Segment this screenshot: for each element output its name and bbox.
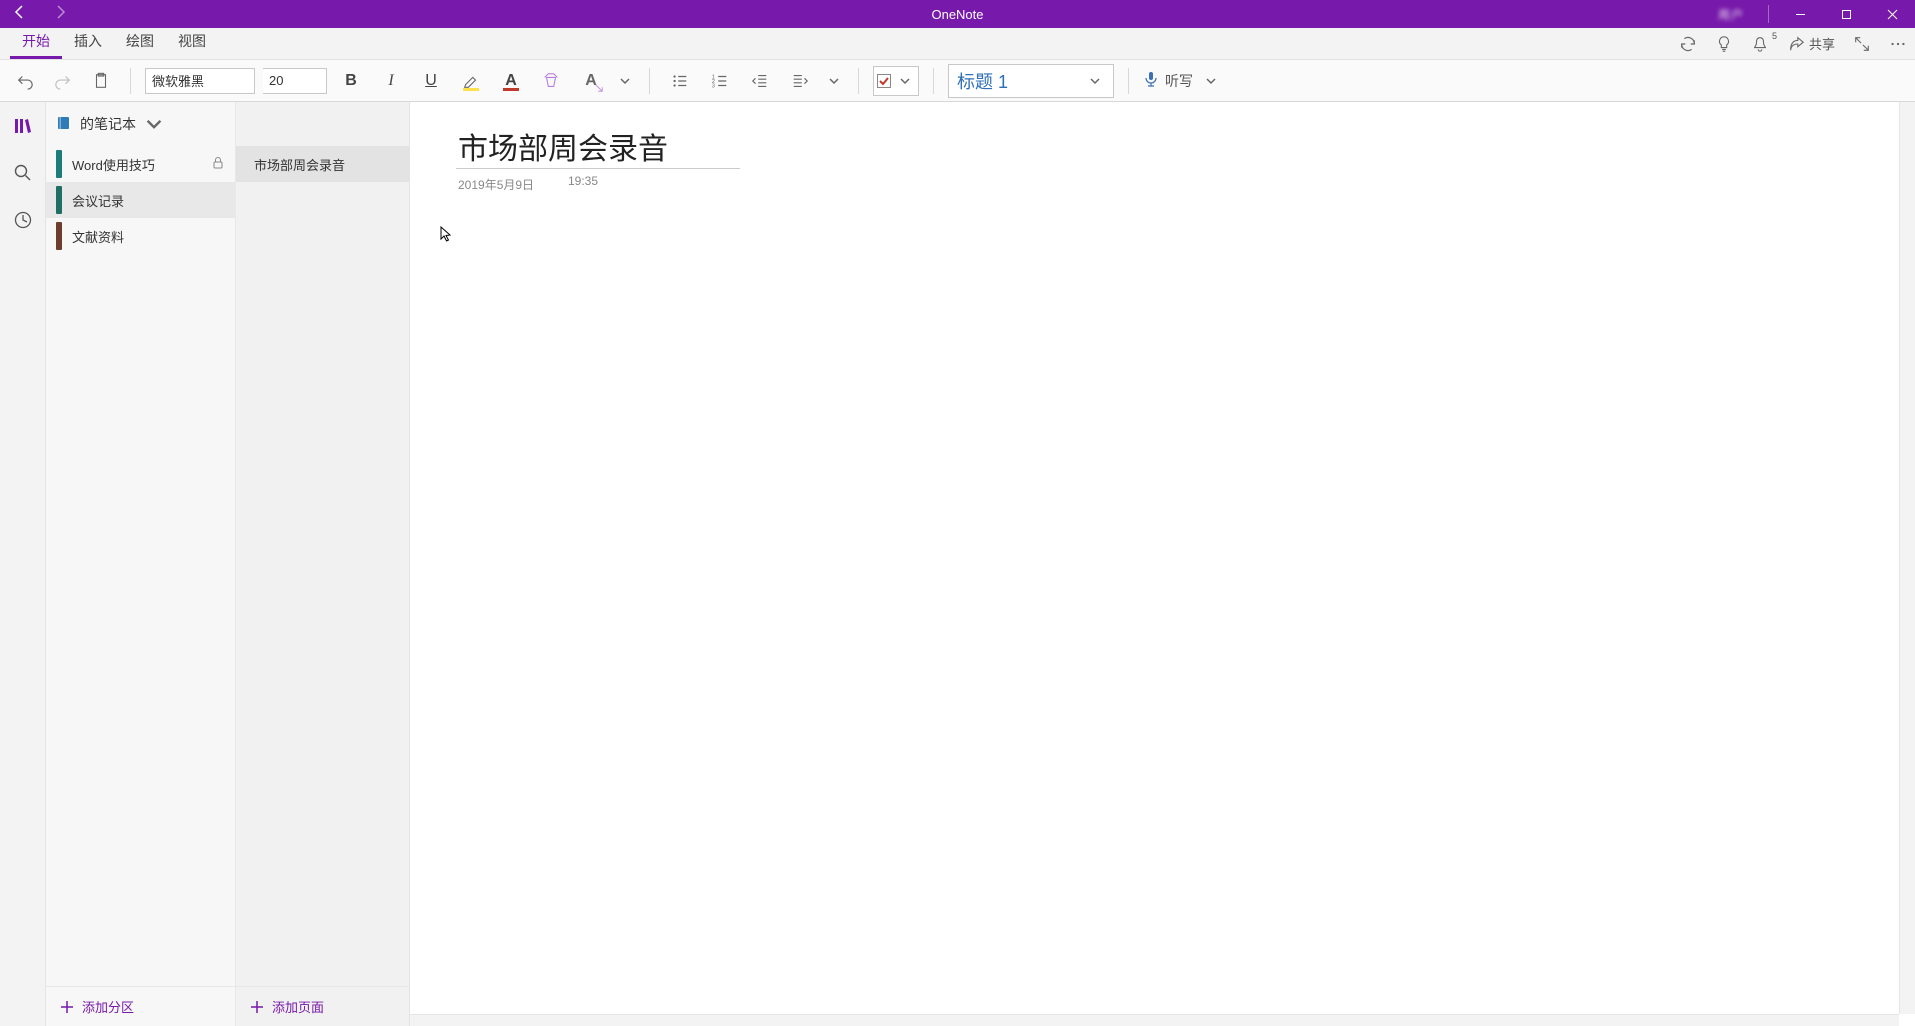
section-color (56, 222, 62, 250)
divider (130, 68, 131, 94)
sync-icon[interactable] (1679, 35, 1697, 53)
title-underline (456, 168, 740, 169)
notebooks-icon[interactable] (13, 116, 33, 141)
maximize-button[interactable] (1823, 0, 1869, 28)
todo-tag-button[interactable] (873, 66, 919, 96)
notebook-icon (56, 115, 72, 134)
share-button[interactable]: 共享 (1787, 34, 1835, 53)
ribbon: 微软雅黑 20 B I U A A 123 标题 1 听写 (0, 60, 1915, 102)
indent-button[interactable] (784, 66, 816, 96)
divider (1768, 5, 1769, 23)
section-color (56, 150, 62, 178)
notebook-selector[interactable]: 的笔记本 (46, 102, 235, 146)
menu-tab-insert[interactable]: 插入 (62, 25, 114, 59)
close-button[interactable] (1869, 0, 1915, 28)
clear-format-button[interactable] (535, 66, 567, 96)
back-icon[interactable] (12, 4, 28, 25)
notification-badge: 5 (1772, 31, 1777, 41)
horizontal-scrollbar[interactable] (410, 1014, 1899, 1026)
section-color (56, 186, 62, 214)
font-size-input[interactable]: 20 (263, 68, 327, 94)
nav-rail (0, 102, 46, 1026)
section-item[interactable]: 会议记录 (46, 182, 235, 218)
menu-tab-draw[interactable]: 绘图 (114, 25, 166, 59)
italic-button[interactable]: I (375, 66, 407, 96)
bullet-list-button[interactable] (664, 66, 696, 96)
svg-text:3: 3 (712, 83, 715, 89)
divider (858, 68, 859, 94)
lightbulb-icon[interactable] (1715, 35, 1733, 53)
note-canvas[interactable]: 市场部周会录音 2019年5月9日 19:35 (410, 102, 1915, 1026)
divider (1128, 68, 1129, 94)
page-item[interactable]: 市场部周会录音 (236, 146, 409, 182)
highlight-button[interactable] (455, 66, 487, 96)
pages-panel: 市场部周会录音 添加页面 (236, 102, 410, 1026)
dictate-button[interactable]: 听写 (1143, 71, 1193, 91)
section-item[interactable]: 文献资料 (46, 218, 235, 254)
title-bar: OneNote 用户 (0, 0, 1915, 28)
bell-icon[interactable]: 5 (1751, 35, 1769, 53)
page-time: 19:35 (568, 174, 598, 188)
section-label: 文献资料 (72, 227, 124, 246)
forward-icon[interactable] (52, 4, 68, 25)
page-date: 2019年5月9日 (458, 176, 534, 193)
paragraph-more-dropdown[interactable] (824, 76, 844, 86)
outdent-button[interactable] (744, 66, 776, 96)
recent-icon[interactable] (13, 210, 33, 235)
search-icon[interactable] (13, 163, 33, 188)
app-title: OneNote (931, 7, 983, 22)
menu-tab-view[interactable]: 视图 (166, 25, 218, 59)
page-label: 市场部周会录音 (254, 155, 345, 174)
sections-panel: 的笔记本 Word使用技巧 会议记录 文献资料 添加分区 (46, 102, 236, 1026)
minimize-button[interactable] (1777, 0, 1823, 28)
notebook-name: 的笔记本 (80, 114, 136, 134)
add-page-button[interactable]: 添加页面 (236, 986, 409, 1026)
vertical-scrollbar[interactable] (1899, 102, 1915, 1014)
lock-icon (211, 156, 225, 173)
font-more-dropdown[interactable] (615, 76, 635, 86)
page-title[interactable]: 市场部周会录音 (458, 124, 728, 168)
menu-tab-home[interactable]: 开始 (10, 25, 62, 59)
more-icon[interactable] (1889, 35, 1907, 53)
chevron-down-icon (895, 76, 915, 86)
microphone-icon (1143, 71, 1159, 90)
heading-style-select[interactable]: 标题 1 (948, 64, 1114, 98)
format-painter-button[interactable]: A (575, 66, 607, 96)
redo-button[interactable] (48, 66, 78, 96)
underline-button[interactable]: U (415, 66, 447, 96)
clipboard-button[interactable] (86, 66, 116, 96)
font-name-input[interactable]: 微软雅黑 (145, 68, 255, 94)
menu-bar: 开始 插入 绘图 视图 5 共享 (0, 28, 1915, 60)
add-section-button[interactable]: 添加分区 (46, 986, 235, 1026)
section-label: 会议记录 (72, 191, 124, 210)
cursor-icon (440, 226, 452, 247)
numbered-list-button[interactable]: 123 (704, 66, 736, 96)
bold-button[interactable]: B (335, 66, 367, 96)
user-name[interactable]: 用户 (1718, 6, 1744, 23)
section-item[interactable]: Word使用技巧 (46, 146, 235, 182)
chevron-down-icon (144, 116, 164, 132)
chevron-down-icon (1085, 76, 1105, 86)
font-color-button[interactable]: A (495, 66, 527, 96)
section-label: Word使用技巧 (72, 155, 155, 174)
divider (933, 68, 934, 94)
checkmark-icon (877, 74, 891, 88)
divider (649, 68, 650, 94)
pages-header-spacer (236, 102, 409, 146)
undo-button[interactable] (10, 66, 40, 96)
fullscreen-icon[interactable] (1853, 35, 1871, 53)
dictate-dropdown[interactable] (1201, 76, 1221, 86)
